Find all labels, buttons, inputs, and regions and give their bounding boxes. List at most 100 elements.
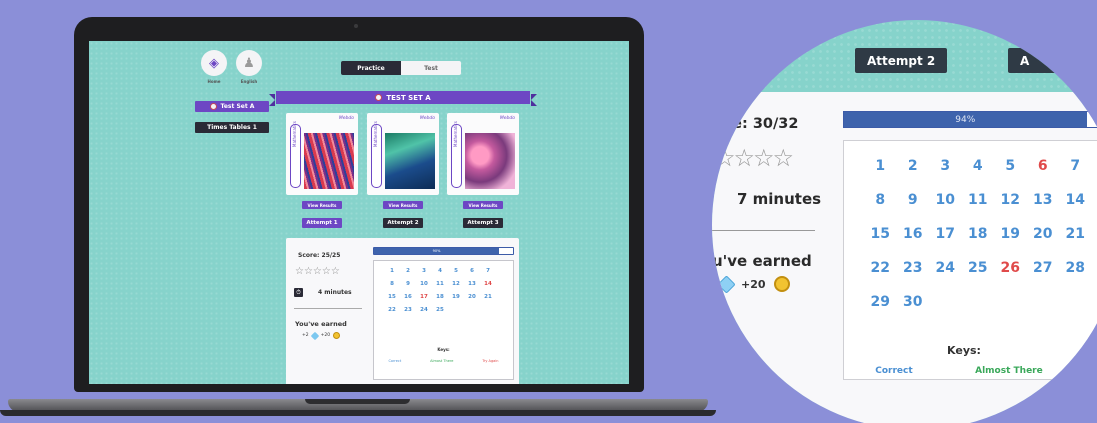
coin-icon xyxy=(773,276,790,292)
card-label: Mathematics xyxy=(292,121,297,147)
question-number: 25 xyxy=(436,307,444,313)
attempt-2-button[interactable]: Attempt 2 xyxy=(383,218,423,228)
person-icon: ♟ xyxy=(243,55,255,71)
sidebar-item-label: Times Tables 1 xyxy=(207,124,257,131)
coins-count: +20 xyxy=(320,333,331,338)
question-number: 13 xyxy=(468,281,476,287)
test-set-title: TEST SET A xyxy=(386,93,431,102)
question-number: 16 xyxy=(404,294,412,300)
question-grid: 1 2 3 4 5 6 7 8 9 10 11 12 13 14 15 16 17 18 19 20 21 22 23 24 2… xyxy=(384,268,496,313)
card-label-bar: Mathematics xyxy=(371,121,382,188)
question-number: 20 xyxy=(468,294,476,300)
attempt-2-button[interactable]: Attempt 2 xyxy=(855,48,948,73)
question-number: 29 xyxy=(870,294,890,310)
score-text: re: 30/32 xyxy=(725,116,799,132)
question-number: 6 xyxy=(1037,158,1048,174)
card-brand: Mebdo xyxy=(338,116,354,121)
progress-fill: 94% xyxy=(844,112,1087,127)
view-results-button[interactable]: View Results xyxy=(383,201,423,209)
question-grid-box: 1 2 3 4 5 6 7 8 9 10 11 12 13 14 15 16 17 18 19 20 21 22 23 24 2… xyxy=(843,140,1097,380)
question-number: 18 xyxy=(968,226,988,242)
earned-label: u've earned xyxy=(712,252,812,270)
question-number: 2 xyxy=(907,158,918,174)
question-number: 8 xyxy=(875,192,886,208)
home-button[interactable]: ◈ xyxy=(201,50,227,76)
attempt-3-button[interactable]: Attempt 3 xyxy=(463,218,503,228)
card-label-bar: Mathematics xyxy=(290,121,301,188)
view-results-button[interactable]: View Results xyxy=(302,201,342,209)
divider xyxy=(712,230,815,231)
cover-image xyxy=(385,133,435,189)
question-number: 1 xyxy=(875,158,886,174)
keys-legend: Correct Almost There xyxy=(844,366,1074,376)
question-number: 4 xyxy=(972,158,983,174)
question-number: 24 xyxy=(420,307,428,313)
card-label-bar: Mathematics xyxy=(451,121,462,188)
key-try-again: Try Again xyxy=(482,359,499,363)
attempt-1-button[interactable]: Attempt 1 xyxy=(302,218,342,228)
question-grid: 1 2 3 4 5 6 7 8 9 10 11 12 13 14 15 16 17 18 19 20 21 22 23 24 2… xyxy=(864,158,1092,310)
question-number: 10 xyxy=(935,192,955,208)
progress-fill: 90% xyxy=(374,248,500,254)
question-number: 17 xyxy=(420,294,428,300)
time-text: 4 minutes xyxy=(318,289,352,296)
paper-card[interactable]: Mebdo Mathematics xyxy=(367,113,439,195)
mode-tabs: Practice Test xyxy=(341,61,461,75)
sidebar-item-times-tables[interactable]: Times Tables 1 xyxy=(195,122,269,133)
question-number: 12 xyxy=(1000,192,1020,208)
laptop-screen: ◈ Home ♟ English Practice Test Test Set … xyxy=(89,41,629,384)
earned-label: You've earned xyxy=(295,320,347,328)
question-number: 3 xyxy=(422,268,426,274)
rewards: +2 +20 xyxy=(302,331,341,340)
question-number: 3 xyxy=(940,158,951,174)
sidebar-item-test-set-a[interactable]: Test Set A xyxy=(195,101,269,112)
language-label: English xyxy=(240,79,258,84)
question-number: 14 xyxy=(484,281,492,287)
question-number: 26 xyxy=(1000,260,1020,276)
question-number: 2 xyxy=(406,268,410,274)
question-number: 20 xyxy=(1033,226,1053,242)
question-number: 21 xyxy=(1065,226,1085,242)
paper-card[interactable]: Mebdo Mathematics xyxy=(286,113,358,195)
question-number: 15 xyxy=(388,294,396,300)
question-number: 4 xyxy=(438,268,442,274)
view-results-button[interactable]: View Results xyxy=(463,201,503,209)
language-button[interactable]: ♟ xyxy=(236,50,262,76)
question-number: 23 xyxy=(903,260,923,276)
question-number: 30 xyxy=(903,294,923,310)
progress-bar: 90% xyxy=(373,247,514,255)
progress-label: 94% xyxy=(955,114,976,125)
gem-icon xyxy=(310,331,319,340)
question-number: 7 xyxy=(1070,158,1081,174)
tab-test[interactable]: Test xyxy=(401,61,461,75)
paper-card[interactable]: Mebdo Mathematics xyxy=(447,113,519,195)
coin-icon xyxy=(333,332,341,339)
question-number: 12 xyxy=(452,281,460,287)
star-rating: ☆☆☆☆ xyxy=(714,144,794,172)
divider xyxy=(294,308,362,309)
question-number: 23 xyxy=(404,307,412,313)
gem-icon xyxy=(717,274,736,294)
progress-bar: 94% xyxy=(843,111,1097,128)
laptop-camera xyxy=(354,24,358,28)
question-number: 19 xyxy=(452,294,460,300)
question-number: 15 xyxy=(870,226,890,242)
question-number: 9 xyxy=(406,281,410,287)
test-set-banner: TEST SET A xyxy=(269,91,537,106)
question-number: 13 xyxy=(1033,192,1053,208)
question-number: 11 xyxy=(968,192,988,208)
zoom-magnifier: Attempt 2 A re: 30/32 ☆☆☆☆ 7 minutes u'v… xyxy=(712,20,1097,423)
question-number: 24 xyxy=(935,260,955,276)
keys-label: Keys: xyxy=(437,347,450,352)
coins-count: +20 xyxy=(741,277,766,291)
question-number: 25 xyxy=(968,260,988,276)
tab-practice[interactable]: Practice xyxy=(341,61,401,75)
attempt-1-button[interactable] xyxy=(712,48,772,73)
question-number: 22 xyxy=(388,307,396,313)
card-brand: Mebdo xyxy=(419,116,435,121)
time-text: 7 minutes xyxy=(737,190,822,208)
home-label: Home xyxy=(207,79,221,84)
star-rating: ☆☆☆☆☆ xyxy=(295,266,340,277)
keys-label: Keys: xyxy=(947,344,981,357)
attempt-3-button[interactable]: A xyxy=(1008,48,1088,73)
